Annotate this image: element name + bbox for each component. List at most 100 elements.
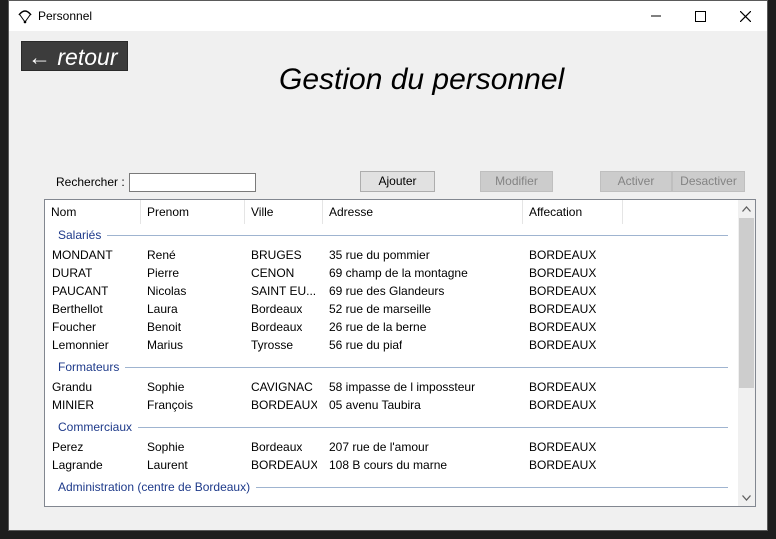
cell-prenom: Nicolas xyxy=(147,284,187,298)
cell-adresse: 207 rue de l'amour xyxy=(329,440,429,454)
minimize-button[interactable] xyxy=(633,1,679,31)
group-header-formateurs[interactable]: Formateurs xyxy=(58,358,728,376)
table-row[interactable]: Berthellot Laura Bordeaux 52 rue de mars… xyxy=(45,300,737,318)
group-header-administration[interactable]: Administration (centre de Bordeaux) xyxy=(58,478,728,496)
group-divider xyxy=(125,366,728,368)
page-title: Gestion du personnel xyxy=(279,63,565,96)
cell-affecation: BORDEAUX xyxy=(529,320,597,334)
group-divider xyxy=(138,426,728,428)
cell-adresse: 52 rue de marseille xyxy=(329,302,432,316)
cell-affecation: BORDEAUX xyxy=(529,440,597,454)
column-header-ville[interactable]: Ville xyxy=(245,200,323,224)
cell-nom: DURAT xyxy=(52,266,93,280)
cell-prenom: Laurent xyxy=(147,458,188,472)
cell-prenom: François xyxy=(147,398,194,412)
cell-adresse: 58 impasse de l impossteur xyxy=(329,380,476,394)
personnel-list[interactable]: Nom Prenom Ville Adresse Affecation Sala… xyxy=(44,199,756,507)
column-header-prenom[interactable]: Prenom xyxy=(141,200,245,224)
cell-prenom: Marius xyxy=(147,338,184,352)
cell-affecation: BORDEAUX xyxy=(529,458,597,472)
cell-adresse: 108 B cours du marne xyxy=(329,458,448,472)
modify-button[interactable]: Modifier xyxy=(480,171,553,192)
column-header-affecation[interactable]: Affecation xyxy=(523,200,623,224)
parachute-icon xyxy=(18,10,32,24)
search-label: Rechercher : xyxy=(56,175,125,189)
cell-ville: BORDEAUX xyxy=(251,398,317,412)
table-row[interactable]: Lagrande Laurent BORDEAUX 108 B cours du… xyxy=(45,456,737,474)
group-divider xyxy=(256,486,728,488)
table-row[interactable]: Lemonnier Marius Tyrosse 56 rue du piaf … xyxy=(45,336,737,354)
chevron-down-icon xyxy=(742,494,751,501)
cell-adresse: 69 rue des Glandeurs xyxy=(329,284,445,298)
group-header-salaries[interactable]: Salariés xyxy=(58,226,728,244)
table-row[interactable]: MONDANT René BRUGES 35 rue du pommier BO… xyxy=(45,246,737,264)
close-button[interactable] xyxy=(722,1,768,31)
group-label: Formateurs xyxy=(58,360,120,374)
cell-ville: Tyrosse xyxy=(251,338,294,352)
cell-ville: BORDEAUX xyxy=(251,458,317,472)
cell-adresse: 05 avenu Taubira xyxy=(329,398,421,412)
list-header: Nom Prenom Ville Adresse Affecation xyxy=(45,200,737,226)
close-icon xyxy=(739,10,751,22)
cell-prenom: René xyxy=(147,248,176,262)
vertical-scrollbar[interactable] xyxy=(738,200,755,506)
cell-nom: PAUCANT xyxy=(52,284,109,298)
search-input[interactable] xyxy=(129,173,256,192)
cell-nom: Lemonnier xyxy=(52,338,109,352)
scroll-up-button[interactable] xyxy=(738,200,755,217)
cell-nom: MINIER xyxy=(52,398,94,412)
table-row[interactable]: PAUCANT Nicolas SAINT EU... 69 rue des G… xyxy=(45,282,737,300)
cell-prenom: Pierre xyxy=(147,266,180,280)
cell-ville: Bordeaux xyxy=(251,440,303,454)
cell-affecation: BORDEAUX xyxy=(529,248,597,262)
scroll-down-button[interactable] xyxy=(738,489,755,506)
cell-adresse: 35 rue du pommier xyxy=(329,248,430,262)
table-row[interactable]: DURAT Pierre CENON 69 champ de la montag… xyxy=(45,264,737,282)
scrollbar-thumb[interactable] xyxy=(739,218,754,388)
cell-nom: Lagrande xyxy=(52,458,103,472)
cell-nom: Perez xyxy=(52,440,84,454)
cell-ville: SAINT EU... xyxy=(251,284,317,298)
cell-ville: CENON xyxy=(251,266,295,280)
cell-affecation: BORDEAUX xyxy=(529,398,597,412)
minimize-icon xyxy=(651,15,661,17)
table-row[interactable]: Perez Sophie Bordeaux 207 rue de l'amour… xyxy=(45,438,737,456)
cell-nom: Foucher xyxy=(52,320,97,334)
cell-adresse: 69 champ de la montagne xyxy=(329,266,468,280)
cell-prenom: Laura xyxy=(147,302,178,316)
table-row[interactable]: Foucher Benoit Bordeaux 26 rue de la ber… xyxy=(45,318,737,336)
group-label: Salariés xyxy=(58,228,102,242)
personnel-window: Personnel ← retour Gestion du personnel … xyxy=(8,0,768,531)
table-row[interactable]: MINIER François BORDEAUX 05 avenu Taubir… xyxy=(45,396,737,414)
cell-nom: Berthellot xyxy=(52,302,103,316)
cell-ville: CAVIGNAC xyxy=(251,380,313,394)
cell-ville: Bordeaux xyxy=(251,320,303,334)
cell-affecation: BORDEAUX xyxy=(529,380,597,394)
cell-affecation: BORDEAUX xyxy=(529,338,597,352)
cell-adresse: 26 rue de la berne xyxy=(329,320,427,334)
maximize-icon xyxy=(694,10,706,22)
title-bar[interactable]: Personnel xyxy=(9,1,767,31)
cell-affecation: BORDEAUX xyxy=(529,302,597,316)
group-divider xyxy=(107,234,728,236)
cell-prenom: Benoit xyxy=(147,320,182,334)
activate-button[interactable]: Activer xyxy=(600,171,672,192)
column-header-adresse[interactable]: Adresse xyxy=(323,200,523,224)
add-button[interactable]: Ajouter xyxy=(360,171,435,192)
cell-prenom: Sophie xyxy=(147,440,185,454)
cell-prenom: Sophie xyxy=(147,380,185,394)
cell-affecation: BORDEAUX xyxy=(529,284,597,298)
group-label: Administration (centre de Bordeaux) xyxy=(58,480,251,494)
back-button[interactable]: ← retour xyxy=(21,41,128,71)
cell-adresse: 56 rue du piaf xyxy=(329,338,403,352)
deactivate-button[interactable]: Desactiver xyxy=(672,171,745,192)
chevron-up-icon xyxy=(742,205,751,212)
window-title: Personnel xyxy=(38,9,93,23)
table-row[interactable]: Grandu Sophie CAVIGNAC 58 impasse de l i… xyxy=(45,378,737,396)
group-header-commerciaux[interactable]: Commerciaux xyxy=(58,418,728,436)
group-label: Commerciaux xyxy=(58,420,133,434)
cell-nom: MONDANT xyxy=(52,248,113,262)
cell-nom: Grandu xyxy=(52,380,93,394)
maximize-button[interactable] xyxy=(677,1,723,31)
column-header-nom[interactable]: Nom xyxy=(45,200,141,224)
